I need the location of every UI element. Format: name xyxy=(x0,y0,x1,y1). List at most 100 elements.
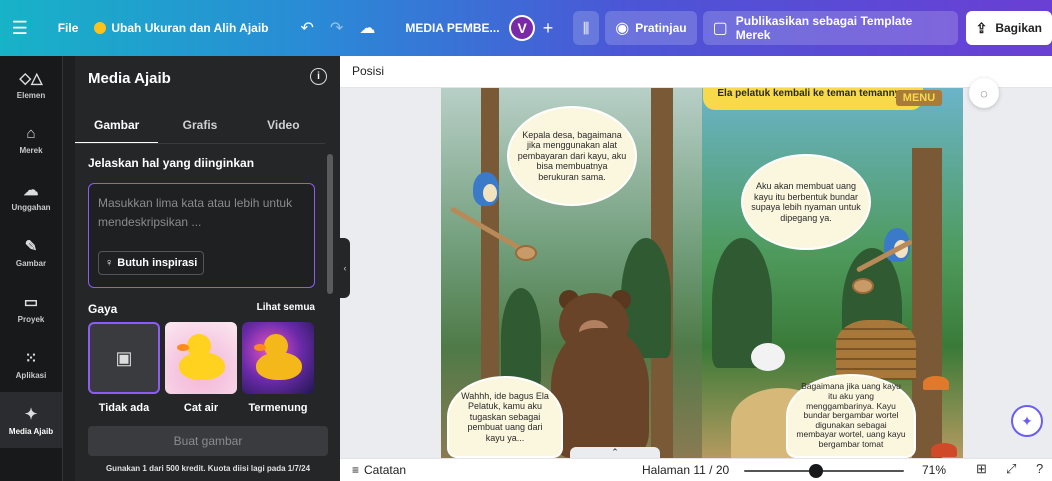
document-title[interactable]: MEDIA PEMBE... xyxy=(397,10,505,46)
rail-item-apps[interactable]: ⁙ Aplikasi xyxy=(0,336,62,392)
rail-item-brand[interactable]: ⌂ Merek xyxy=(0,112,62,168)
style-watercolor-card[interactable] xyxy=(165,322,237,394)
share-icon: ⇪ xyxy=(975,19,988,36)
notes-button[interactable]: ≡ Catatan xyxy=(352,463,406,477)
fullscreen-icon[interactable]: ⤢ xyxy=(1006,461,1016,477)
inspiration-button[interactable]: ♀ Butuh inspirasi xyxy=(98,251,205,275)
undo-icon[interactable]: ↶ xyxy=(293,10,322,46)
info-icon[interactable]: i xyxy=(310,68,327,85)
rail-label: Gambar xyxy=(15,258,47,268)
rail-item-draw[interactable]: ✎ Gambar xyxy=(0,224,62,280)
duck-beak xyxy=(177,344,189,351)
publish-label: Publikasikan sebagai Template Merek xyxy=(735,14,913,42)
style-name: Cat air xyxy=(183,402,219,414)
preview-button[interactable]: ◉ Pratinjau xyxy=(605,11,697,45)
prompt-label: Jelaskan hal yang diinginkan xyxy=(88,156,255,170)
crown-icon xyxy=(94,22,107,34)
share-button[interactable]: ⇪ Bagikan xyxy=(965,11,1052,45)
page-indicator[interactable]: Halaman 11 / 20 xyxy=(642,463,729,477)
help-icon[interactable]: ? xyxy=(1036,461,1043,476)
pine-tree xyxy=(501,288,541,388)
speech-bubble[interactable]: Wahhh, ide bagus Ela Pelatuk, kamu aku t… xyxy=(447,376,563,458)
rail-item-projects[interactable]: ▭ Proyek xyxy=(0,280,62,336)
collapse-panel-handle[interactable]: ‹ xyxy=(340,238,350,298)
speech-bubble[interactable]: Bagaimana jika uang kayu itu aku yang me… xyxy=(786,374,916,458)
bar-chart-icon[interactable]: ⫼ xyxy=(572,11,600,45)
zoom-slider-knob[interactable] xyxy=(809,464,824,478)
notes-icon: ≡ xyxy=(352,463,360,477)
inspiration-label: Butuh inspirasi xyxy=(117,257,198,269)
lightbulb-icon: ♀ xyxy=(105,257,114,269)
style-dreamy-card[interactable] xyxy=(242,322,314,394)
redo-icon[interactable]: ↷ xyxy=(322,10,351,46)
panel-title: Media Ajaib xyxy=(88,70,171,87)
wooden-stairs xyxy=(836,320,916,380)
bottom-bar: ≡ Catatan Halaman 11 / 20 71% ⊞ ⤢ ? xyxy=(340,458,1052,481)
bear-body xyxy=(551,328,649,458)
style-name: Tidak ada xyxy=(98,402,150,414)
tab-images[interactable]: Gambar xyxy=(75,114,159,144)
story-banner[interactable]: Ela pelatuk kembali ke teman temannya. xyxy=(703,88,923,110)
folder-icon: ▭ xyxy=(23,293,39,311)
brand-icon: ⌂ xyxy=(26,125,36,142)
position-bar: Posisi xyxy=(340,56,1052,88)
panel-scrollbar[interactable] xyxy=(327,144,333,404)
mushroom xyxy=(923,376,949,390)
publish-template-button[interactable]: ▢ Publikasikan sebagai Template Merek xyxy=(702,11,958,45)
rail-item-elements[interactable]: ◇△ Elemen xyxy=(0,56,62,112)
duck-beak xyxy=(254,344,266,351)
white-duck xyxy=(751,343,785,371)
generate-button[interactable]: Buat gambar xyxy=(88,426,328,456)
draw-icon: ✎ xyxy=(24,237,38,255)
avatar[interactable]: V xyxy=(509,15,536,41)
spoon-head xyxy=(515,245,537,261)
left-illustration: Kepala desa, bagaimana jika menggunakan … xyxy=(441,88,702,458)
style-none-card[interactable]: ▣ xyxy=(88,322,160,394)
share-label: Bagikan xyxy=(995,21,1042,35)
duck-head xyxy=(264,334,288,358)
prompt-placeholder: Masukkan lima kata atau lebih untuk mend… xyxy=(98,196,293,229)
credit-text: Gunakan 1 dari 500 kredit. Kuota diisi l… xyxy=(105,464,311,473)
notes-label: Catatan xyxy=(364,463,407,477)
cloud-check-icon[interactable]: ☁ xyxy=(351,10,383,46)
style-name: Termenung xyxy=(248,402,308,414)
magic-assistant-icon[interactable]: ✦ xyxy=(1011,405,1043,437)
comment-icon[interactable]: ◌ xyxy=(969,78,999,108)
prompt-input[interactable]: Masukkan lima kata atau lebih untuk mend… xyxy=(88,183,315,288)
hamburger-icon[interactable]: ☰ xyxy=(0,10,40,46)
tab-graphics[interactable]: Grafis xyxy=(158,114,241,144)
left-rail: ◇△ Elemen ⌂ Merek ☁ Unggahan ✎ Gambar ▭ … xyxy=(0,56,62,481)
zoom-slider[interactable] xyxy=(744,464,904,478)
magic-media-panel: Media Ajaib i Gambar Grafis Video Jelask… xyxy=(62,56,340,481)
spoon-head xyxy=(852,278,874,294)
speech-bubble[interactable]: Kepala desa, bagaimana jika menggunakan … xyxy=(507,106,637,206)
rail-label: Aplikasi xyxy=(15,370,47,380)
scroll-thumb[interactable] xyxy=(327,154,333,294)
top-bar: ☰ File Ubah Ukuran dan Alih Ajaib ↶ ↷ ☁ … xyxy=(0,0,1052,56)
plus-icon[interactable]: + xyxy=(537,17,559,39)
rail-item-magic-media[interactable]: ✦ Media Ajaib xyxy=(0,392,62,448)
speech-bubble[interactable]: Aku akan membuat uang kayu itu berbentuk… xyxy=(741,154,871,250)
position-button[interactable]: Posisi xyxy=(352,64,384,78)
rail-label: Media Ajaib xyxy=(8,426,54,436)
rail-label: Elemen xyxy=(16,90,46,100)
template-icon: ▢ xyxy=(712,20,728,37)
preview-label: Pratinjau xyxy=(635,21,687,35)
rail-item-uploads[interactable]: ☁ Unggahan xyxy=(0,168,62,224)
tab-video[interactable]: Video xyxy=(242,114,325,144)
menu-sign[interactable]: MENU xyxy=(896,90,942,106)
resize-label: Ubah Ukuran dan Alih Ajaib xyxy=(111,21,269,35)
resize-button[interactable]: Ubah Ukuran dan Alih Ajaib xyxy=(86,10,276,46)
design-page[interactable]: Kepala desa, bagaimana jika menggunakan … xyxy=(441,88,963,458)
file-menu[interactable]: File xyxy=(40,10,87,46)
grid-view-icon[interactable]: ⊞ xyxy=(976,461,987,477)
zoom-value[interactable]: 71% xyxy=(922,463,946,477)
magic-media-icon: ✦ xyxy=(24,405,38,423)
duck-head xyxy=(187,334,211,358)
tabs-divider xyxy=(75,143,325,144)
see-all-link[interactable]: Lihat semua xyxy=(257,302,315,313)
style-label: Gaya xyxy=(88,302,118,316)
media-tabs: Gambar Grafis Video xyxy=(75,114,325,144)
mushroom xyxy=(931,443,957,457)
rail-label: Merek xyxy=(19,146,43,155)
